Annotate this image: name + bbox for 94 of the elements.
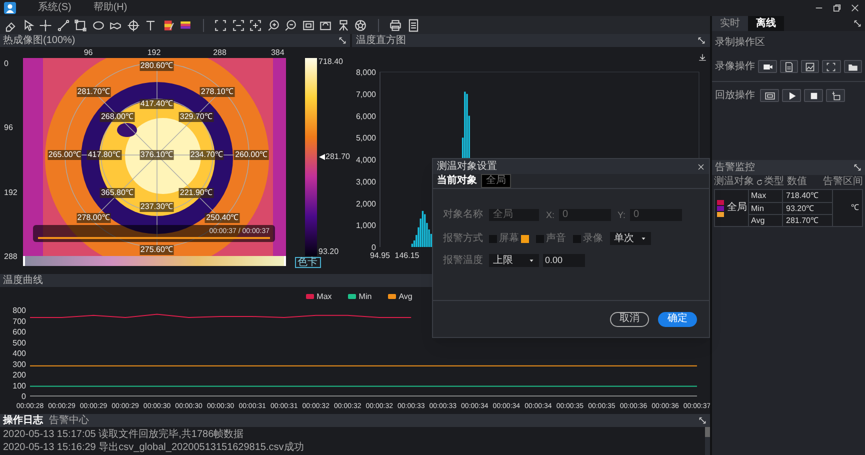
axis-label: 6,000 <box>356 112 376 121</box>
axis-label: 4,000 <box>356 156 376 164</box>
axis-label: 800 <box>12 306 26 315</box>
dialog-title: 测温对象设置 <box>437 162 497 172</box>
temperature-label: 265.00℃ <box>47 150 82 160</box>
axis-label: 94.95 <box>370 251 390 260</box>
axis-label: 400 <box>12 349 26 358</box>
axis-label: 288 <box>4 252 18 261</box>
table-cell: Min <box>749 203 783 214</box>
axis-label: 96 <box>84 49 93 57</box>
row-label: 回放操作 <box>715 90 756 100</box>
column-header: 测温对象 <box>714 177 754 187</box>
axis-label: 2,000 <box>356 199 376 208</box>
column-header: 数值 <box>787 177 808 187</box>
palette-button[interactable]: 色卡 <box>294 257 321 268</box>
panel-title: 热成像图(100%) <box>3 36 76 46</box>
row-label: 录像操作 <box>715 62 756 72</box>
table-cell-text: 281.70℃ <box>785 215 818 226</box>
axis-label: 192 <box>147 49 161 57</box>
option-label: 录像 <box>583 234 603 244</box>
option-label: 声音 <box>546 234 566 244</box>
legend-label: Avg <box>398 292 412 300</box>
table-cell: 全局 <box>727 203 747 213</box>
temperature-label: 275.60℃ <box>139 245 174 256</box>
temperature-label: 250.40℃ <box>205 213 240 224</box>
axis-label: 7,000 <box>356 90 376 99</box>
column-header: 类型 <box>764 177 785 187</box>
axis-label: 200 <box>12 370 26 380</box>
table-cell: Max <box>749 190 783 202</box>
table-cell: ℃ <box>851 204 859 212</box>
legend-label: Min <box>358 292 372 300</box>
log-tab[interactable]: 操作日志 <box>3 416 43 426</box>
scale-max-label: 718.40 <box>318 58 344 66</box>
frequency-select[interactable]: 单次 <box>610 232 651 245</box>
temperature-label: 278.10℃ <box>200 86 234 97</box>
menu-item[interactable]: 帮助(H) <box>93 3 128 13</box>
temperature-label: 234.70℃ <box>189 150 224 160</box>
input-field: 全局 <box>489 209 539 221</box>
axis-label: 5,000 <box>356 134 376 143</box>
option-label: 屏幕 <box>499 234 519 244</box>
temperature-label: 417.80℃ <box>86 150 122 160</box>
axis-label: 0 <box>4 60 10 68</box>
dialog-tab[interactable]: 当前对象 <box>433 174 481 188</box>
menu-item[interactable]: 系统(S) <box>38 3 72 13</box>
axis-label: 146.15 <box>394 251 420 260</box>
limit-select[interactable]: 上限 <box>489 254 539 267</box>
dialog-tab[interactable]: 全局 <box>481 174 511 188</box>
temperature-label: 260.00℃ <box>234 150 269 160</box>
panel-title: 告警监控 <box>715 162 755 172</box>
temperature-label: 329.70℃ <box>178 112 214 122</box>
temperature-label: 376.10℃ <box>139 150 174 160</box>
dialog-button[interactable]: 确定 <box>658 312 697 326</box>
axis-label: 300 <box>12 360 26 369</box>
panel-title: 温度直方图 <box>356 36 406 46</box>
axis-label: 288 <box>213 49 226 57</box>
axis-label: 0 <box>372 243 376 252</box>
axis-label: 1,000 <box>356 221 376 230</box>
temperature-label: 365.80℃ <box>100 188 134 198</box>
table-cell-text: 93.20℃ <box>785 203 814 214</box>
field-label: 报警方式 <box>443 234 484 244</box>
field-label: Y: <box>618 210 626 220</box>
temperature-label: 278.00℃ <box>76 213 111 224</box>
section-title: 录制操作区 <box>715 38 766 48</box>
field-label: 报警温度 <box>443 256 484 266</box>
input-field: 0 <box>558 209 611 221</box>
field-label: 对象名称 <box>443 210 484 220</box>
mode-tab[interactable]: 实时 <box>712 16 748 31</box>
log-tab[interactable]: 告警中心 <box>49 416 89 426</box>
scale-min-label: 93.20 <box>318 248 340 256</box>
column-header: 告警区间 <box>823 177 863 187</box>
axis-label: 192 <box>4 188 18 197</box>
axis-label: 3,000 <box>356 177 376 186</box>
temperature-label: 221.90℃ <box>178 188 214 198</box>
axis-label: 100 <box>12 381 26 390</box>
table-cell: Avg <box>749 215 783 226</box>
log-entry: 2020-05-13 15:17:05 读取文件回放完毕,共1786帧数据 <box>3 428 245 441</box>
table-cell-text: 718.40℃ <box>785 190 818 202</box>
axis-label: 600 <box>12 328 26 336</box>
field-label: X: <box>546 210 555 220</box>
axis-label: 96 <box>4 124 14 132</box>
cursor-reading: 281.70 <box>326 153 350 161</box>
axis-label: 0 <box>22 392 26 401</box>
axis-label: 500 <box>12 338 26 348</box>
input-field: 0 <box>630 209 682 221</box>
mode-tab[interactable]: 离线 <box>748 16 784 31</box>
threshold-field[interactable]: 0.00 <box>543 254 585 267</box>
legend-label: Max <box>316 292 332 300</box>
axis-label: 8,000 <box>356 68 376 77</box>
temperature-label: 268.00℃ <box>100 112 134 122</box>
dialog-button[interactable]: 取消 <box>610 312 649 326</box>
log-entry: 2020-05-13 15:16:29 导出csv_global_20200513151629815.csv成功 <box>3 441 305 454</box>
panel-title: 温度曲线 <box>3 276 43 286</box>
axis-label: 384 <box>270 49 284 57</box>
axis-label: 700 <box>12 316 26 326</box>
